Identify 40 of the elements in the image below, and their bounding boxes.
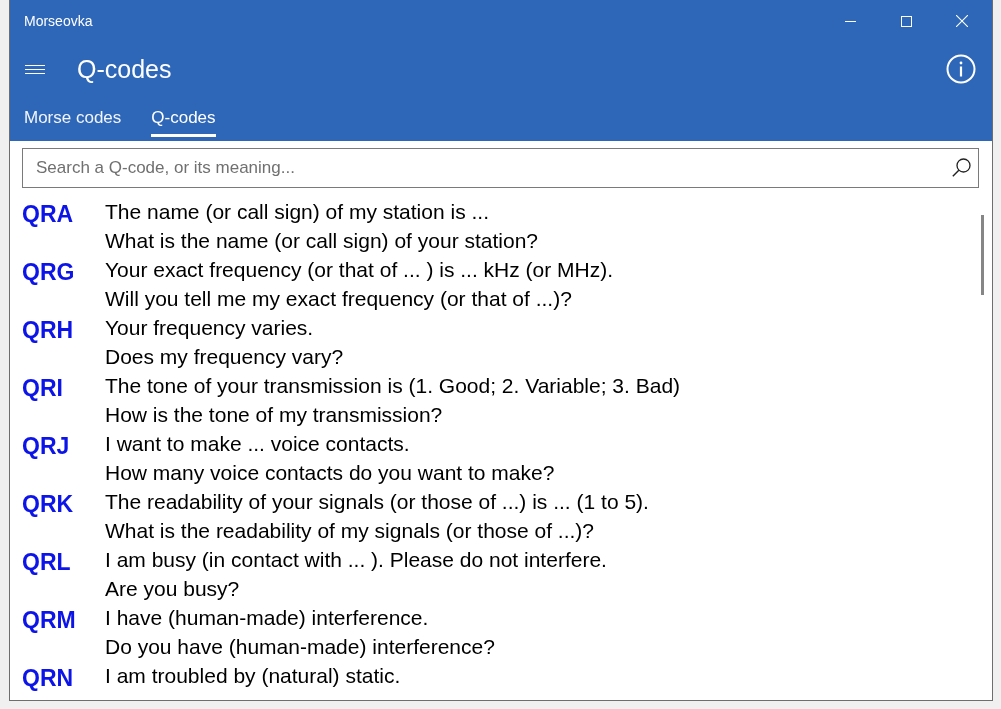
code-meaning: Your frequency varies. [105,315,315,341]
q-code: QRI [22,374,64,403]
code-meaning: I am busy (in contact with ... ). Please do not interfere. [105,547,607,573]
scrollbar-thumb[interactable] [981,215,984,295]
window-title: Morseovka [24,14,93,28]
info-button[interactable] [946,54,976,84]
code-question: How many voice contacts do you want to make? [105,460,555,486]
code-question: Do you have (human-made) interference? [105,634,495,660]
code-question: Does my frequency vary? [105,344,344,370]
close-icon [956,15,968,27]
code-meaning: The readability of your signals (or those of ...) is ... (1 to 5). [105,489,649,515]
menu-icon [25,64,45,74]
info-icon [946,54,976,84]
code-question: How is the tone of my transmission? [105,402,444,428]
maximize-icon [900,15,912,27]
q-code: QRK [22,490,75,519]
code-meaning: Your exact frequency (or that of ... ) is ... kHz (or MHz). [105,257,614,283]
code-question: Will you tell me my exact frequency (or that of ...)? [105,286,573,312]
q-code: QRN [22,664,75,693]
tab[interactable]: Morse codes [24,96,122,137]
minimize-icon [844,20,856,22]
code-question: What is the readability of my signals (or those of ...)? [105,518,596,544]
q-code: QRM [22,606,77,635]
menu-button[interactable] [24,62,46,76]
q-code: QRL [22,548,72,577]
page-title: Q-codes [77,56,172,82]
tab[interactable]: Q-codes [151,96,216,137]
code-meaning: The tone of your transmission is (1. Good; 2. Variable; 3. Bad) [105,373,681,399]
search-field[interactable]: Search a Q-code, or its meaning... [22,148,979,188]
q-code: QRA [22,200,75,229]
q-code: QRJ [22,432,71,461]
code-question: Are you busy? [105,576,241,602]
q-code: QRH [22,316,75,345]
code-meaning: The name (or call sign) of my station is ... [105,199,490,225]
q-code: QRG [22,258,76,287]
code-meaning: I have (human-made) interference. [105,605,430,631]
code-question: What is the name (or call sign) of your station? [105,228,539,254]
code-meaning: I want to make ... voice contacts. [105,431,411,457]
code-meaning: I am troubled by (natural) static. [105,663,401,689]
search-icon [952,158,971,177]
